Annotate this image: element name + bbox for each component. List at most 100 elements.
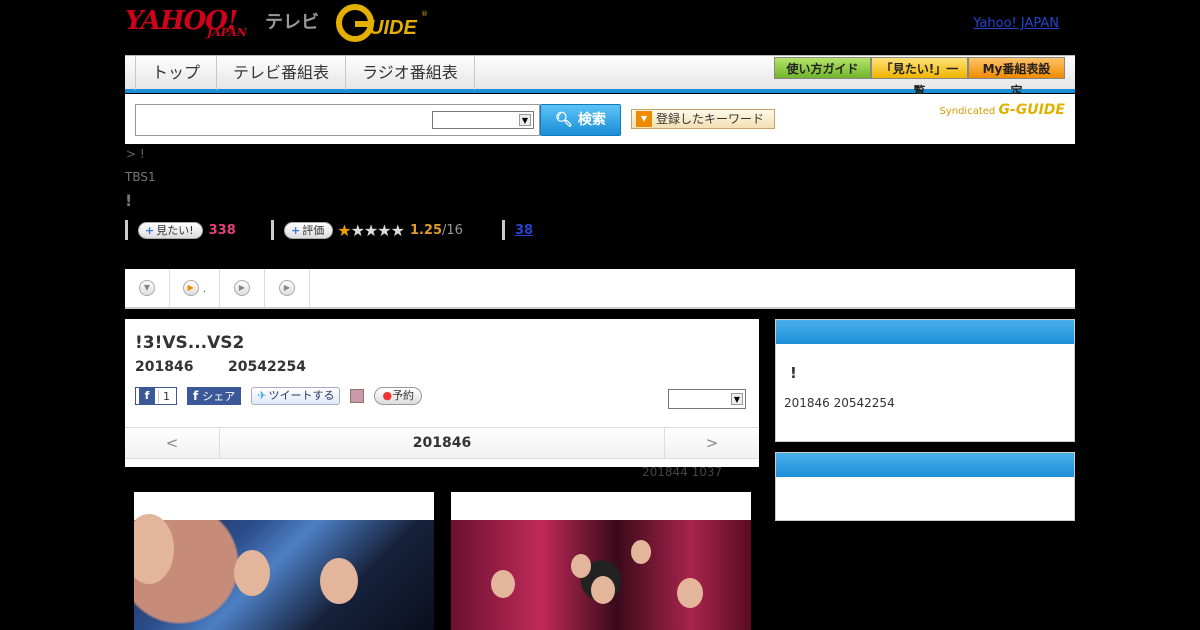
- star-filled-icon: ★: [337, 220, 351, 240]
- channel-name: TBS1: [125, 170, 156, 184]
- episode-date: 201846: [135, 359, 194, 375]
- search-button[interactable]: 🔍︎ 検索: [540, 104, 621, 136]
- chevron-down-icon: ▼: [139, 280, 155, 296]
- photo-figure: [677, 578, 703, 608]
- triangle-down-icon: ▼: [636, 111, 652, 127]
- nav-tab-top[interactable]: トップ: [136, 56, 218, 90]
- facebook-share-label: シェア: [202, 390, 236, 403]
- tab-down[interactable]: ▼: [125, 269, 170, 307]
- photo-figure: [631, 540, 651, 564]
- svg-text:®: ®: [421, 10, 428, 18]
- breadcrumb[interactable]: > !: [126, 147, 145, 161]
- nav-tab-radio-schedule[interactable]: ラジオ番組表: [346, 56, 475, 90]
- episode-time: 20542254: [228, 359, 306, 375]
- facebook-like-button[interactable]: f1: [135, 387, 177, 405]
- tab-label: .: [202, 281, 207, 295]
- plus-icon: +: [291, 223, 301, 237]
- episode-title: !3!VS...VS2: [135, 333, 245, 353]
- star-empty-icon: ★: [390, 220, 405, 240]
- tab-play-1[interactable]: ▶ .: [170, 269, 220, 307]
- star-empty-icon: ★: [363, 220, 378, 240]
- registered-keyword-button[interactable]: ▼ 登録したキーワード: [631, 109, 775, 129]
- registered-keyword-label: 登録したキーワード: [656, 112, 765, 126]
- photo-figure: [234, 550, 270, 596]
- photo-figure: [134, 514, 174, 584]
- play-icon: ▶: [182, 280, 199, 296]
- link-stat: 38: [502, 220, 533, 240]
- sidebar-program-box: ! 201846 20542254: [775, 319, 1075, 442]
- mitai-button-label: 見たい!: [156, 223, 194, 237]
- svg-text:UIDE: UIDE: [369, 17, 417, 39]
- episode-photo-2[interactable]: [451, 492, 751, 630]
- search-button-label: 検索: [577, 112, 606, 128]
- prev-date-button[interactable]: <: [125, 428, 220, 458]
- program-title: !: [125, 191, 133, 210]
- episode-panel: !3!VS...VS2 201846 20542254 f1 f シェア ✈ ツイー…: [125, 319, 759, 467]
- facebook-like-count: 1: [158, 389, 176, 403]
- plus-icon: +: [145, 223, 155, 237]
- play-icon: ▶: [234, 280, 250, 296]
- sidebar-box-header: [776, 453, 1074, 477]
- mitai-button[interactable]: + 見たい!: [138, 221, 203, 239]
- gguide-logo[interactable]: UIDE ®: [335, 4, 431, 42]
- review-count-link[interactable]: 38: [515, 223, 533, 238]
- mitai-stat: + 見たい! 338: [125, 220, 236, 240]
- photo-figure: [320, 558, 358, 604]
- search-category-select[interactable]: ▼: [432, 111, 534, 129]
- syndicated-logo: G-GUIDE: [998, 102, 1065, 118]
- mitai-count: 338: [208, 222, 236, 238]
- photo-image: [134, 514, 434, 630]
- search-icon: 🔍︎: [555, 112, 573, 128]
- photo-image: [451, 520, 751, 630]
- reserve-button[interactable]: ●予約: [374, 387, 423, 405]
- episode-select[interactable]: ▼: [668, 389, 746, 409]
- search-bar: ▼ 🔍︎ 検索 ▼ 登録したキーワード Syndicated G-GUIDE: [125, 94, 1075, 144]
- sidebar-box-header: [776, 320, 1074, 344]
- tv-label[interactable]: テレビ: [265, 8, 319, 34]
- syndicated-badge: Syndicated G-GUIDE: [939, 102, 1065, 118]
- sidebar-program-meta: 201846 20542254: [784, 396, 895, 410]
- program-stats: + 見たい! 338 + 評価 ★★★★★ 1.25/16 38: [125, 220, 725, 242]
- photo-figure: [591, 576, 615, 604]
- date-navigation: < 201846 >: [125, 427, 759, 459]
- rating-stat: + 評価 ★★★★★ 1.25/16: [271, 220, 463, 240]
- next-date-button[interactable]: >: [664, 428, 759, 458]
- facebook-icon: f: [193, 389, 199, 403]
- mitai-list-button[interactable]: 「見たい!」一覧: [871, 57, 968, 98]
- guide-button[interactable]: 使い方ガイド: [774, 57, 871, 79]
- tab-play-3[interactable]: ▶: [265, 269, 310, 307]
- tweet-button[interactable]: ✈ ツイートする: [251, 387, 341, 405]
- sidebar-secondary-box: [775, 452, 1075, 521]
- header: YAHOO! JAPAN テレビ UIDE ® Yahoo! JAPAN: [125, 4, 1075, 50]
- twitter-icon: ✈: [257, 389, 267, 402]
- nav-tab-tv-schedule[interactable]: テレビ番組表: [217, 56, 347, 90]
- main-nav: トップ テレビ番組表 ラジオ番組表 使い方ガイド 「見たい!」一覧 My番組表設…: [125, 55, 1075, 98]
- updated-timestamp: 201844 1037: [642, 465, 723, 479]
- photo-figure: [491, 570, 515, 598]
- photo-figure: [571, 554, 591, 578]
- star-empty-icon: ★: [350, 220, 365, 240]
- tab-play-2[interactable]: ▶: [220, 269, 265, 307]
- reserve-label: 予約: [392, 389, 415, 402]
- episode-tabs: ▼ ▶ . ▶ ▶: [125, 269, 1075, 309]
- rating-stars: ★★★★★: [337, 220, 405, 240]
- nav-tabs: トップ テレビ番組表 ラジオ番組表: [135, 56, 475, 90]
- rate-button[interactable]: + 評価: [284, 221, 334, 239]
- tweet-label: ツイートする: [268, 389, 335, 402]
- add-calendar-icon[interactable]: [350, 389, 365, 403]
- chevron-down-icon: ▼: [519, 114, 531, 126]
- chevron-down-icon: ▼: [731, 393, 743, 405]
- record-icon: ●: [382, 389, 393, 402]
- facebook-icon: f: [139, 388, 155, 404]
- yahoo-japan-link[interactable]: Yahoo! JAPAN: [973, 16, 1059, 31]
- rating-count: /16: [442, 222, 463, 238]
- my-schedule-button[interactable]: My番組表設定: [968, 57, 1065, 98]
- share-buttons: f1 f シェア ✈ ツイートする ●予約: [135, 387, 423, 405]
- facebook-share-button[interactable]: f シェア: [187, 387, 242, 405]
- syndicated-label: Syndicated: [939, 106, 996, 117]
- episode-photo-1[interactable]: [134, 492, 434, 630]
- rating-value: 1.25: [409, 222, 443, 238]
- sidebar-program-title[interactable]: !: [790, 364, 797, 382]
- nav-buttons: 使い方ガイド 「見たい!」一覧 My番組表設定: [774, 57, 1065, 98]
- play-icon: ▶: [279, 280, 295, 296]
